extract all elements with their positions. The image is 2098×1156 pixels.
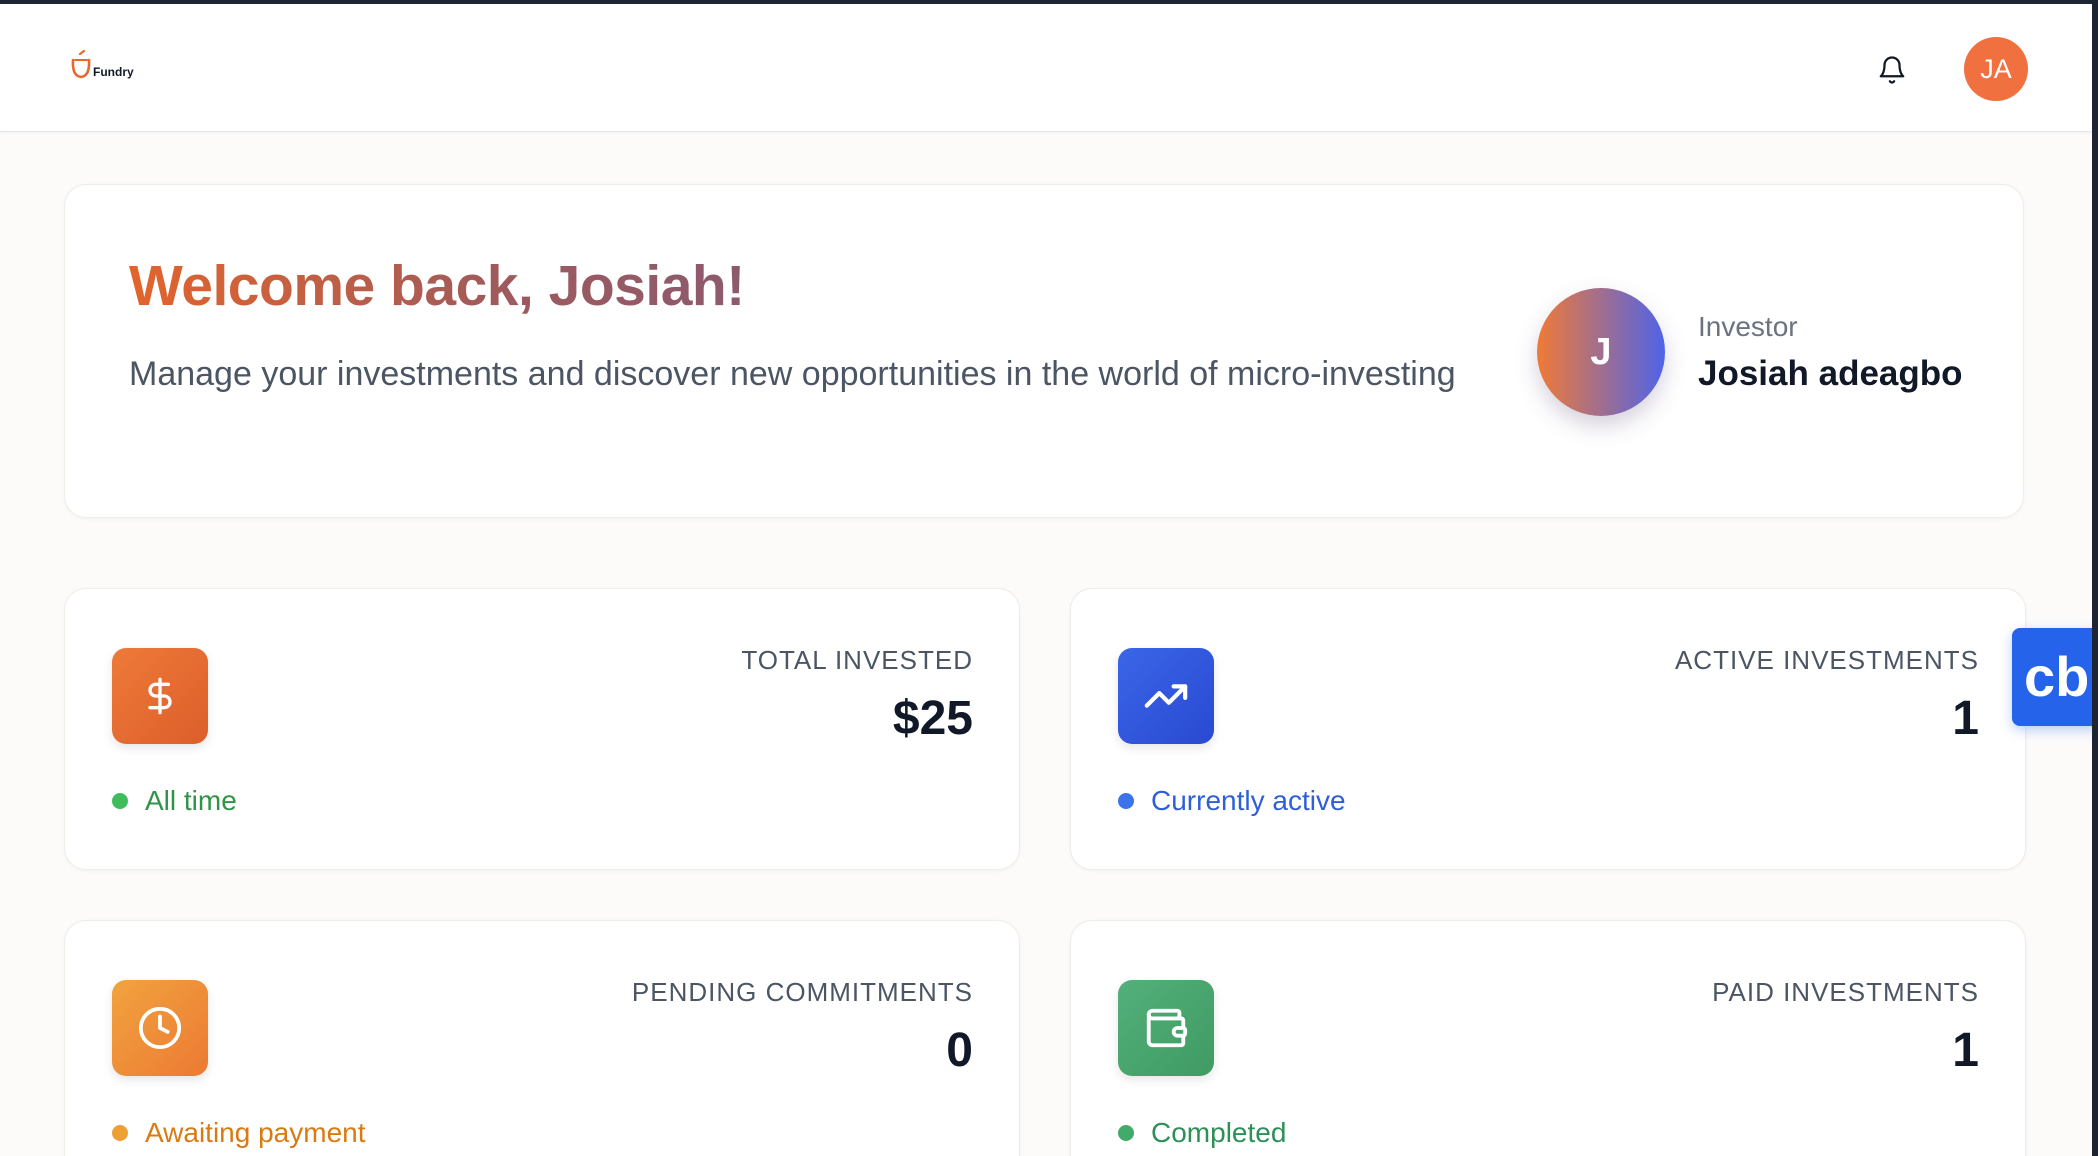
user-avatar-button[interactable]: JA <box>1964 37 2028 101</box>
stat-label: PENDING COMMITMENTS <box>631 977 973 1007</box>
welcome-title: Welcome back, Josiah! <box>129 254 745 318</box>
stat-value: 1 <box>1952 692 1979 745</box>
stat-note: Awaiting payment <box>112 1116 366 1150</box>
stat-value: 0 <box>946 1024 973 1077</box>
profile-role: Investor <box>1698 311 1798 342</box>
welcome-card: Welcome back, Josiah! Manage your invest… <box>64 184 2024 518</box>
stat-note-text: All time <box>145 785 237 816</box>
stat-label: TOTAL INVESTED <box>741 645 973 675</box>
stat-note: Completed <box>1118 1116 1286 1150</box>
stat-icon-badge <box>112 980 208 1076</box>
wallet-icon <box>1146 1008 1188 1048</box>
stat-card-pending-commitments: PENDING COMMITMENTS 0 Awaiting payment <box>64 920 1020 1156</box>
stat-note: All time <box>112 784 237 818</box>
profile-avatar: J <box>1537 288 1665 416</box>
stat-card-active-investments: ACTIVE INVESTMENTS 1 Currently active <box>1070 588 2026 870</box>
stat-label: PAID INVESTMENTS <box>1712 977 1979 1007</box>
stat-icon-badge <box>1118 980 1214 1076</box>
stat-value: $25 <box>892 692 973 745</box>
status-dot <box>1118 793 1134 809</box>
trending-up-icon <box>1144 684 1188 708</box>
stat-icon-badge <box>112 648 208 744</box>
bell-icon <box>1879 56 1905 84</box>
stat-note: Currently active <box>1118 784 1346 818</box>
fundry-cup-logo-icon <box>71 50 91 79</box>
notifications-button[interactable] <box>1874 52 1910 88</box>
stat-note-text: Currently active <box>1151 785 1346 816</box>
stat-note-text: Completed <box>1151 1117 1287 1148</box>
stat-note-text: Awaiting payment <box>145 1117 366 1148</box>
app-container: Fundry JA Welcome back, Josiah! Manage y… <box>0 4 2092 1156</box>
floating-cb-widget-button[interactable]: cb <box>2012 628 2092 726</box>
brand-logo[interactable]: Fundry <box>70 50 134 80</box>
stat-card-paid-investments: PAID INVESTMENTS 1 Completed <box>1070 920 2026 1156</box>
stat-icon-badge <box>1118 648 1214 744</box>
top-navbar: Fundry JA <box>0 4 2092 132</box>
stat-card-total-invested: TOTAL INVESTED $25 All time <box>64 588 1020 870</box>
welcome-subtitle: Manage your investments and discover new… <box>129 355 1456 393</box>
status-dot <box>112 1125 128 1141</box>
brand-name: Fundry <box>93 65 134 79</box>
status-dot <box>1118 1125 1134 1141</box>
window-right-border <box>2092 0 2098 1156</box>
clock-icon <box>138 1006 182 1050</box>
stat-label: ACTIVE INVESTMENTS <box>1674 645 1979 675</box>
status-dot <box>112 793 128 809</box>
dollar-icon <box>148 677 172 715</box>
stat-value: 1 <box>1952 1024 1979 1077</box>
profile-name: Josiah adeagbo <box>1698 354 1963 393</box>
